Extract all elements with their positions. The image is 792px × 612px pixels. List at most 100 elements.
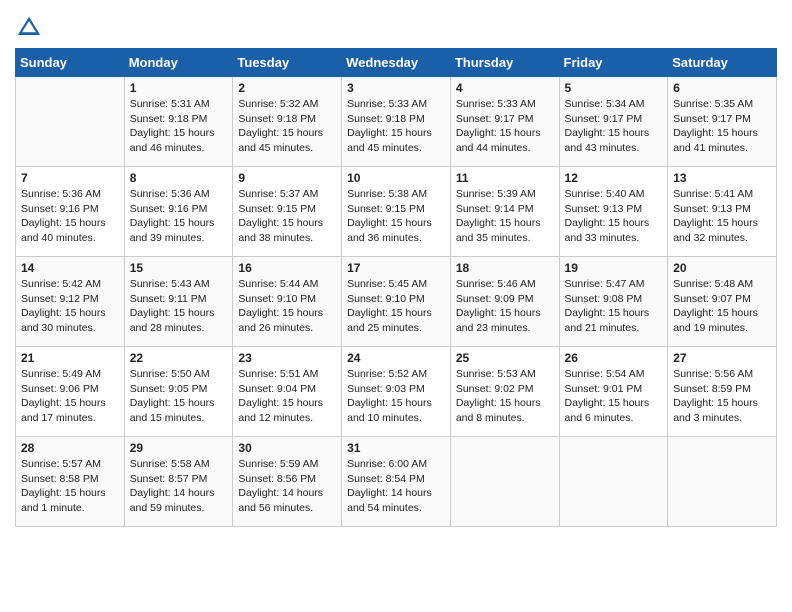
- calendar-table: SundayMondayTuesdayWednesdayThursdayFrid…: [15, 48, 777, 527]
- cell-info: and 26 minutes.: [238, 321, 336, 336]
- calendar-cell: 28Sunrise: 5:57 AMSunset: 8:58 PMDayligh…: [16, 437, 125, 527]
- cell-info: and 56 minutes.: [238, 501, 336, 516]
- cell-info: Daylight: 15 hours: [238, 216, 336, 231]
- week-row-5: 28Sunrise: 5:57 AMSunset: 8:58 PMDayligh…: [16, 437, 777, 527]
- cell-info: and 45 minutes.: [347, 141, 445, 156]
- cell-info: and 23 minutes.: [456, 321, 554, 336]
- cell-info: Daylight: 15 hours: [565, 306, 663, 321]
- cell-info: Sunset: 9:15 PM: [238, 202, 336, 217]
- calendar-cell: 31Sunrise: 6:00 AMSunset: 8:54 PMDayligh…: [342, 437, 451, 527]
- cell-info: Sunset: 9:17 PM: [565, 112, 663, 127]
- header-row: SundayMondayTuesdayWednesdayThursdayFrid…: [16, 49, 777, 77]
- calendar-cell: 11Sunrise: 5:39 AMSunset: 9:14 PMDayligh…: [450, 167, 559, 257]
- cell-info: Daylight: 15 hours: [673, 216, 771, 231]
- cell-info: and 25 minutes.: [347, 321, 445, 336]
- cell-info: and 6 minutes.: [565, 411, 663, 426]
- cell-info: Sunrise: 5:35 AM: [673, 97, 771, 112]
- calendar-cell: 23Sunrise: 5:51 AMSunset: 9:04 PMDayligh…: [233, 347, 342, 437]
- calendar-cell: [559, 437, 668, 527]
- cell-info: Daylight: 15 hours: [21, 486, 119, 501]
- cell-info: Daylight: 15 hours: [130, 306, 228, 321]
- cell-info: Sunrise: 5:36 AM: [130, 187, 228, 202]
- cell-info: and 21 minutes.: [565, 321, 663, 336]
- header-day-thursday: Thursday: [450, 49, 559, 77]
- cell-info: and 12 minutes.: [238, 411, 336, 426]
- cell-info: Daylight: 15 hours: [347, 126, 445, 141]
- cell-info: and 59 minutes.: [130, 501, 228, 516]
- cell-info: Sunrise: 5:52 AM: [347, 367, 445, 382]
- cell-info: Sunrise: 5:34 AM: [565, 97, 663, 112]
- week-row-3: 14Sunrise: 5:42 AMSunset: 9:12 PMDayligh…: [16, 257, 777, 347]
- cell-info: Sunset: 9:03 PM: [347, 382, 445, 397]
- calendar-cell: 18Sunrise: 5:46 AMSunset: 9:09 PMDayligh…: [450, 257, 559, 347]
- cell-info: Sunset: 9:10 PM: [238, 292, 336, 307]
- cell-info: Sunset: 9:18 PM: [347, 112, 445, 127]
- cell-info: Sunrise: 5:31 AM: [130, 97, 228, 112]
- cell-info: Sunset: 9:14 PM: [456, 202, 554, 217]
- cell-info: Sunrise: 5:36 AM: [21, 187, 119, 202]
- calendar-cell: 1Sunrise: 5:31 AMSunset: 9:18 PMDaylight…: [124, 77, 233, 167]
- calendar-cell: 26Sunrise: 5:54 AMSunset: 9:01 PMDayligh…: [559, 347, 668, 437]
- cell-info: Sunset: 9:01 PM: [565, 382, 663, 397]
- day-number: 19: [565, 261, 663, 275]
- cell-info: and 32 minutes.: [673, 231, 771, 246]
- calendar-cell: 21Sunrise: 5:49 AMSunset: 9:06 PMDayligh…: [16, 347, 125, 437]
- calendar-cell: 12Sunrise: 5:40 AMSunset: 9:13 PMDayligh…: [559, 167, 668, 257]
- day-number: 8: [130, 171, 228, 185]
- cell-info: Sunrise: 5:37 AM: [238, 187, 336, 202]
- cell-info: and 1 minute.: [21, 501, 119, 516]
- header-day-wednesday: Wednesday: [342, 49, 451, 77]
- cell-info: and 33 minutes.: [565, 231, 663, 246]
- calendar-cell: [16, 77, 125, 167]
- calendar-cell: 16Sunrise: 5:44 AMSunset: 9:10 PMDayligh…: [233, 257, 342, 347]
- day-number: 28: [21, 441, 119, 455]
- cell-info: Daylight: 15 hours: [130, 396, 228, 411]
- header-day-tuesday: Tuesday: [233, 49, 342, 77]
- cell-info: Sunrise: 5:44 AM: [238, 277, 336, 292]
- day-number: 23: [238, 351, 336, 365]
- cell-info: Daylight: 14 hours: [238, 486, 336, 501]
- cell-info: and 46 minutes.: [130, 141, 228, 156]
- cell-info: Sunrise: 5:48 AM: [673, 277, 771, 292]
- week-row-2: 7Sunrise: 5:36 AMSunset: 9:16 PMDaylight…: [16, 167, 777, 257]
- cell-info: Sunset: 9:12 PM: [21, 292, 119, 307]
- week-row-1: 1Sunrise: 5:31 AMSunset: 9:18 PMDaylight…: [16, 77, 777, 167]
- week-row-4: 21Sunrise: 5:49 AMSunset: 9:06 PMDayligh…: [16, 347, 777, 437]
- day-number: 11: [456, 171, 554, 185]
- cell-info: Daylight: 15 hours: [347, 216, 445, 231]
- cell-info: and 41 minutes.: [673, 141, 771, 156]
- calendar-cell: 7Sunrise: 5:36 AMSunset: 9:16 PMDaylight…: [16, 167, 125, 257]
- day-number: 9: [238, 171, 336, 185]
- cell-info: Sunrise: 5:40 AM: [565, 187, 663, 202]
- cell-info: Daylight: 15 hours: [565, 126, 663, 141]
- cell-info: Daylight: 15 hours: [347, 396, 445, 411]
- cell-info: Sunrise: 5:54 AM: [565, 367, 663, 382]
- cell-info: Daylight: 14 hours: [347, 486, 445, 501]
- cell-info: Sunrise: 5:49 AM: [21, 367, 119, 382]
- cell-info: Daylight: 15 hours: [673, 126, 771, 141]
- cell-info: Sunrise: 5:47 AM: [565, 277, 663, 292]
- day-number: 29: [130, 441, 228, 455]
- cell-info: Sunrise: 5:33 AM: [347, 97, 445, 112]
- cell-info: and 39 minutes.: [130, 231, 228, 246]
- cell-info: Daylight: 15 hours: [238, 126, 336, 141]
- day-number: 10: [347, 171, 445, 185]
- cell-info: Sunset: 8:54 PM: [347, 472, 445, 487]
- calendar-cell: [668, 437, 777, 527]
- cell-info: Sunrise: 5:56 AM: [673, 367, 771, 382]
- cell-info: Sunset: 9:17 PM: [456, 112, 554, 127]
- cell-info: Daylight: 15 hours: [238, 306, 336, 321]
- calendar-cell: 6Sunrise: 5:35 AMSunset: 9:17 PMDaylight…: [668, 77, 777, 167]
- day-number: 24: [347, 351, 445, 365]
- day-number: 25: [456, 351, 554, 365]
- cell-info: Daylight: 15 hours: [347, 306, 445, 321]
- cell-info: Sunrise: 5:32 AM: [238, 97, 336, 112]
- cell-info: Sunset: 9:08 PM: [565, 292, 663, 307]
- cell-info: Daylight: 15 hours: [456, 216, 554, 231]
- cell-info: Daylight: 15 hours: [456, 126, 554, 141]
- day-number: 3: [347, 81, 445, 95]
- calendar-cell: 8Sunrise: 5:36 AMSunset: 9:16 PMDaylight…: [124, 167, 233, 257]
- cell-info: Daylight: 15 hours: [456, 396, 554, 411]
- cell-info: Sunrise: 5:53 AM: [456, 367, 554, 382]
- cell-info: Sunrise: 5:43 AM: [130, 277, 228, 292]
